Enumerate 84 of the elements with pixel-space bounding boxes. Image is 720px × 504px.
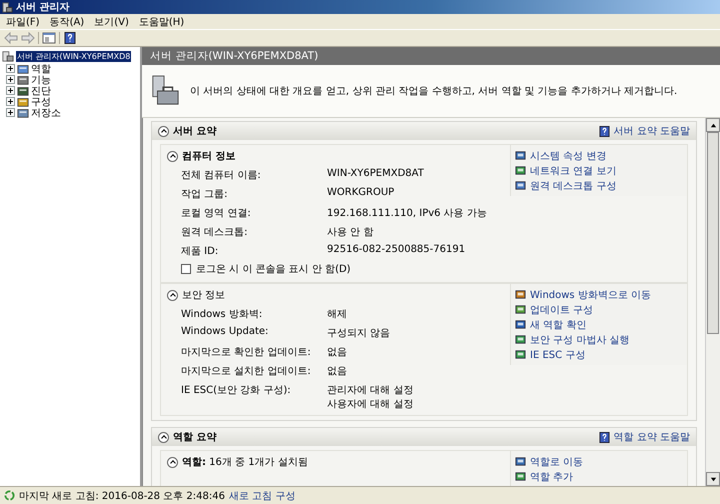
field-label: 작업 그룹: — [181, 188, 229, 201]
field-value: WORKGROUP — [327, 187, 394, 198]
field-value: 192.168.111.110, IPv6 사용 가능 — [327, 207, 487, 220]
help-icon[interactable] — [63, 32, 77, 44]
field-label: 원격 데스크톱: — [181, 226, 249, 239]
group-title: 보안 정보 — [182, 289, 226, 302]
task-link[interactable]: 새 역할 확인 — [530, 318, 586, 332]
task-icon — [515, 180, 526, 191]
expand-toggle[interactable] — [6, 75, 15, 84]
menu-item[interactable]: 보기(V) — [94, 14, 129, 28]
menu-item[interactable]: 도움말(H) — [138, 14, 184, 28]
help-link[interactable]: 서버 요약 도움말 — [614, 124, 690, 138]
task-link[interactable]: 역할로 이동 — [530, 454, 584, 468]
tree-item[interactable]: 진단 — [31, 84, 51, 98]
menu-item[interactable]: 동작(A) — [50, 14, 84, 28]
field-value: 사용 안 함 — [327, 226, 374, 239]
field-value: 92516-082-2500885-76191 — [327, 244, 466, 255]
task-link[interactable]: 네트워크 연결 보기 — [530, 164, 616, 178]
task-link[interactable]: 시스템 속성 변경 — [530, 148, 606, 162]
tree-item[interactable]: 역할 — [31, 62, 51, 76]
collapse-toggle[interactable] — [167, 150, 178, 162]
task-link[interactable]: 보안 구성 마법사 실행 — [530, 332, 630, 346]
collapse-toggle[interactable] — [167, 456, 178, 468]
section-title: 서버 요약 — [173, 125, 216, 138]
field-value: 관리자에 대해 설정 — [327, 384, 414, 397]
task-icon — [515, 349, 526, 360]
help-icon — [598, 126, 610, 136]
task-link[interactable]: 원격 데스크톱 구성 — [530, 178, 616, 192]
task-link[interactable]: 역할 추가 — [530, 470, 574, 484]
expand-toggle[interactable] — [6, 108, 15, 117]
checkbox-label: 로그온 시 이 콘솔을 표시 안 함(D) — [196, 263, 351, 276]
collapse-toggle[interactable] — [158, 432, 169, 442]
task-icon — [515, 165, 526, 176]
field-value: WIN-XY6PEMXD8AT — [327, 168, 424, 179]
task-link[interactable]: 업데이트 구성 — [530, 302, 594, 316]
task-icon — [515, 471, 526, 482]
help-icon — [598, 432, 610, 442]
field-value: 구성되지 않음 — [327, 327, 390, 340]
checkbox[interactable] — [181, 264, 191, 274]
field-value: 사용자에 대해 설정 — [327, 398, 414, 411]
group-title: 역할: 16개 중 1개가 설치됨 — [182, 456, 308, 469]
task-icon — [515, 289, 526, 300]
tree-item[interactable]: 구성 — [31, 94, 51, 108]
field-label: Windows Update: — [181, 325, 270, 337]
refresh-icon — [4, 490, 15, 501]
task-icon — [515, 319, 526, 330]
section-title: 역할 요약 — [173, 431, 216, 444]
collapse-toggle[interactable] — [158, 126, 169, 136]
status-text: 마지막 새로 고침: 2016-08-28 오후 2:48:46 — [19, 490, 225, 502]
server-manager-icon — [2, 2, 13, 12]
task-link[interactable]: Windows 방화벽으로 이동 — [530, 288, 651, 302]
task-icon — [515, 456, 526, 467]
field-value: 해제 — [327, 308, 347, 321]
window-title: 서버 관리자 — [16, 1, 70, 14]
collapse-toggle[interactable] — [167, 290, 178, 300]
menu-item[interactable]: 파일(F) — [6, 14, 40, 28]
expand-toggle[interactable] — [6, 64, 15, 73]
description-text: 이 서버의 상태에 대한 개요를 얻고, 상위 관리 작업을 수행하고, 서버 역할 및 기능을 추가하거나 제거합니다. — [190, 85, 678, 98]
field-label: IE ESC(보안 강화 구성): — [181, 384, 292, 397]
field-label: 마지막으로 설치한 업데이트: — [181, 365, 312, 378]
field-label: 로컬 영역 연결: — [181, 207, 252, 220]
task-link[interactable]: IE ESC 구성 — [530, 348, 586, 362]
group-title: 컴퓨터 정보 — [182, 150, 236, 163]
refresh-settings-link[interactable]: 새로 고침 구성 — [228, 488, 296, 502]
scrollbar[interactable] — [705, 118, 720, 486]
tree-item[interactable]: 기능 — [31, 72, 51, 86]
task-icon — [515, 304, 526, 315]
help-link[interactable]: 역할 요약 도움말 — [614, 430, 690, 444]
expand-toggle[interactable] — [6, 86, 15, 95]
expand-toggle[interactable] — [6, 97, 15, 106]
field-label: 마지막으로 확인한 업데이트: — [181, 346, 312, 359]
field-value: 없음 — [327, 346, 347, 359]
tree-item[interactable]: 서버 관리자(WIN-XY6PEMXD8 — [16, 50, 132, 62]
field-label: Windows 방화벽: — [181, 308, 264, 321]
task-icon — [515, 334, 526, 345]
scroll-down-arrow-icon[interactable] — [710, 476, 716, 482]
scroll-up-arrow-icon[interactable] — [710, 122, 716, 128]
field-value: 없음 — [327, 365, 347, 378]
task-icon — [515, 150, 526, 161]
console-tree-icon[interactable] — [42, 32, 56, 44]
pane-header: 서버 관리자(WIN-XY6PEMXD8AT) — [142, 47, 720, 65]
tree-item[interactable]: 저장소 — [31, 106, 61, 120]
field-label: 전체 컴퓨터 이름: — [181, 169, 262, 182]
field-label: 제품 ID: — [181, 245, 220, 258]
